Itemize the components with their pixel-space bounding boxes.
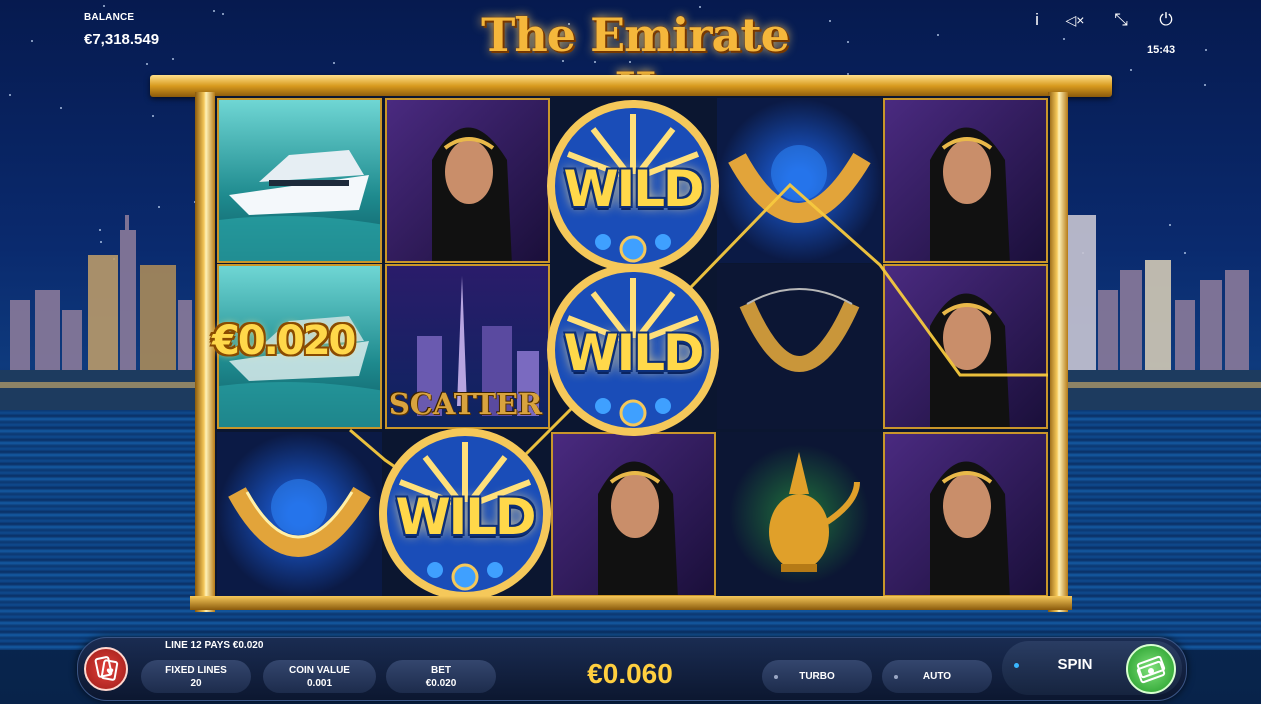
spin-label[interactable]: SPIN bbox=[1045, 656, 1105, 673]
symbol-blue-necklace bbox=[217, 432, 382, 597]
cards-menu-icon: ♥ bbox=[94, 656, 119, 681]
symbol-wild: WILD bbox=[533, 94, 733, 279]
symbol-gold-necklace bbox=[717, 264, 882, 429]
turbo-button[interactable]: TURBO bbox=[762, 660, 872, 693]
fixed-lines-value: 20 bbox=[190, 678, 202, 689]
coin-value: 0.001 bbox=[306, 678, 333, 689]
spin-indicator bbox=[1014, 663, 1019, 668]
win-amount: €0.020 bbox=[212, 318, 356, 364]
info-icon[interactable]: i bbox=[1026, 10, 1048, 30]
auto-indicator bbox=[894, 675, 898, 679]
cash-stack-icon bbox=[1136, 655, 1166, 684]
symbol-yacht bbox=[217, 98, 382, 263]
yacht-icon bbox=[219, 150, 380, 261]
symbol-teapot bbox=[717, 432, 882, 597]
auto-button[interactable]: AUTO bbox=[882, 660, 992, 693]
right-pillar bbox=[1048, 92, 1068, 612]
spin-button[interactable] bbox=[1126, 644, 1176, 694]
coin-value-control[interactable]: COIN VALUE 0.001 bbox=[263, 660, 376, 693]
fixed-lines-label: FIXED LINES bbox=[165, 665, 227, 676]
turbo-label: TURBO bbox=[799, 671, 835, 682]
symbol-wild: WILD bbox=[533, 258, 733, 443]
power-icon[interactable]: ⏻ bbox=[1155, 10, 1177, 30]
game-screen: BALANCE €7,318.549 The Emirate II i ◁× ⤡… bbox=[0, 0, 1261, 704]
mute-icon[interactable]: ◁× bbox=[1064, 12, 1086, 29]
clock: 15:43 bbox=[1147, 44, 1176, 56]
balance-value: €7,318.549 bbox=[84, 31, 160, 48]
woman-portrait-icon bbox=[930, 293, 1010, 427]
symbol-woman bbox=[883, 432, 1048, 597]
woman-portrait-icon bbox=[432, 127, 512, 261]
menu-button[interactable]: ♥ bbox=[84, 647, 128, 691]
wild-label: WILD bbox=[563, 324, 704, 382]
bet-value: €0.020 bbox=[425, 678, 457, 689]
reel-frame-bottom bbox=[190, 596, 1072, 610]
bet-label: BET bbox=[431, 665, 451, 676]
coin-value-label: COIN VALUE bbox=[289, 665, 350, 676]
symbol-woman bbox=[551, 432, 716, 597]
balance-label: BALANCE bbox=[84, 12, 135, 23]
symbol-woman bbox=[385, 98, 550, 263]
symbol-woman bbox=[883, 98, 1048, 263]
svg-text:♥: ♥ bbox=[106, 668, 114, 678]
scatter-label: SCATTER bbox=[388, 387, 543, 421]
wild-label: WILD bbox=[395, 488, 536, 546]
necklace-icon bbox=[228, 479, 371, 557]
turbo-indicator bbox=[774, 675, 778, 679]
fullscreen-exit-icon[interactable]: ⤡ bbox=[1110, 10, 1132, 30]
necklace-icon bbox=[739, 288, 860, 372]
wild-label: WILD bbox=[563, 160, 704, 218]
bet-control[interactable]: BET €0.020 bbox=[386, 660, 496, 693]
necklace-icon bbox=[728, 145, 871, 223]
woman-portrait-icon bbox=[598, 461, 678, 595]
fixed-lines-control[interactable]: FIXED LINES 20 bbox=[141, 660, 251, 693]
auto-label: AUTO bbox=[922, 671, 952, 682]
symbol-blue-necklace bbox=[717, 98, 882, 263]
line-pays-message: LINE 12 PAYS €0.020 bbox=[165, 640, 264, 651]
game-logo: The Emirate II bbox=[470, 6, 800, 116]
teapot-icon bbox=[769, 452, 860, 572]
symbol-woman bbox=[883, 264, 1048, 429]
symbol-wild: WILD bbox=[365, 422, 565, 607]
woman-portrait-icon bbox=[930, 461, 1010, 595]
total-win-display: €0.060 bbox=[587, 658, 673, 689]
woman-portrait-icon bbox=[930, 127, 1010, 261]
